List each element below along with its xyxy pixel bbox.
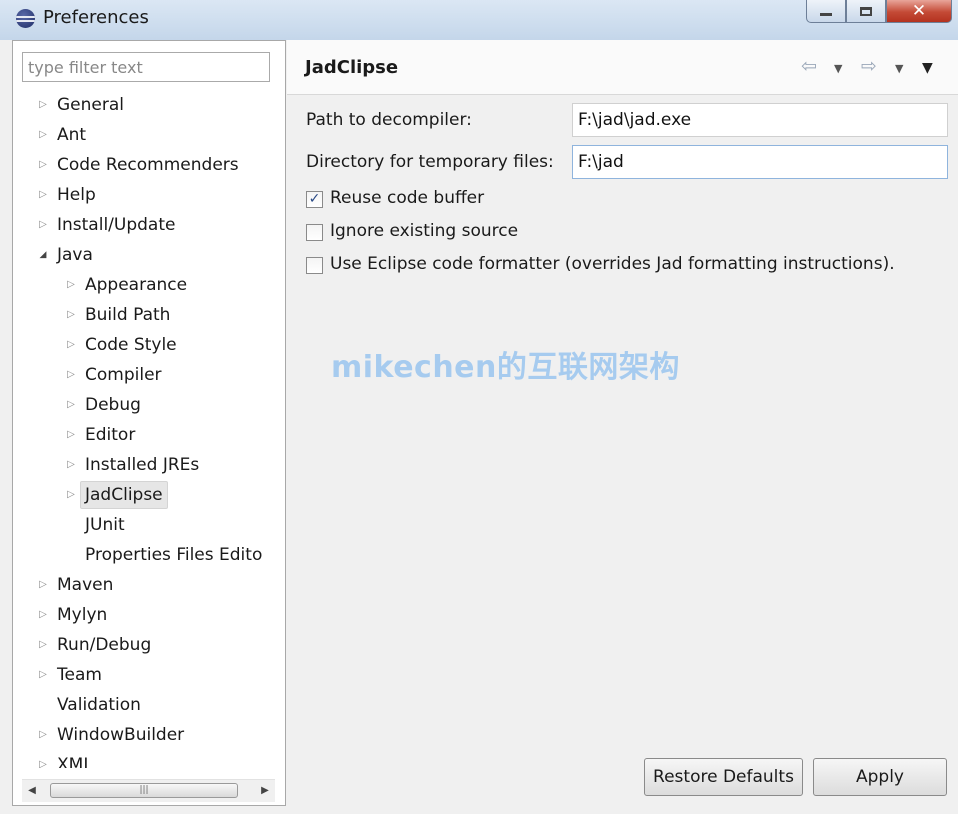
maximize-button[interactable] bbox=[846, 0, 886, 23]
ignore-existing-source-checkbox[interactable] bbox=[306, 224, 323, 241]
tree-collapsed-icon[interactable]: ▷ bbox=[37, 120, 49, 150]
tree-collapsed-icon[interactable]: ▷ bbox=[37, 720, 49, 750]
tree-item-label: Compiler bbox=[85, 365, 162, 385]
tree-collapsed-icon[interactable]: ▷ bbox=[65, 360, 77, 390]
filter-input[interactable] bbox=[22, 52, 270, 82]
tree-item-label: Editor bbox=[85, 425, 136, 445]
title-bar: Preferences ✕ bbox=[0, 0, 958, 40]
minimize-button[interactable] bbox=[806, 0, 846, 23]
tree-collapsed-icon[interactable]: ▷ bbox=[37, 600, 49, 630]
tree-collapsed-icon[interactable]: ▷ bbox=[65, 480, 77, 510]
tree-item-label: Properties Files Edito bbox=[85, 545, 263, 565]
tree-item-label: Code Recommenders bbox=[57, 155, 239, 175]
decompiler-path-input[interactable] bbox=[572, 103, 948, 137]
minimize-icon bbox=[820, 12, 832, 16]
preferences-navigation-pane: ▷ General ▷ Ant ▷ Code Recommenders ▷ Help ▷ Inst… bbox=[12, 40, 286, 806]
tree-collapsed-icon[interactable]: ▷ bbox=[37, 660, 49, 690]
back-history-dropdown-icon[interactable]: ▼ bbox=[834, 59, 842, 79]
back-arrow-icon[interactable]: ⇦ bbox=[801, 56, 817, 76]
tree-item-label: Ant bbox=[57, 125, 87, 145]
page-header: JadClipse ⇦ ▼ ⇨ ▼ ▼ bbox=[287, 40, 958, 95]
tree-collapsed-icon[interactable]: ▷ bbox=[65, 330, 77, 360]
tree-item-label: Mylyn bbox=[57, 605, 108, 625]
tree-item-label: JadClipse bbox=[80, 481, 168, 509]
tree-collapsed-icon[interactable]: ▷ bbox=[65, 450, 77, 480]
tree-item-label: XML bbox=[57, 755, 93, 768]
tree-expanded-icon[interactable]: ◢ bbox=[37, 240, 49, 270]
tree-item-label: Validation bbox=[57, 695, 141, 715]
forward-arrow-icon[interactable]: ⇨ bbox=[861, 56, 877, 76]
apply-button[interactable]: Apply bbox=[813, 758, 947, 796]
close-button[interactable]: ✕ bbox=[886, 0, 952, 23]
eclipse-formatter-checkbox[interactable] bbox=[306, 257, 323, 274]
tree-item-label: Maven bbox=[57, 575, 114, 595]
temp-directory-input[interactable] bbox=[572, 145, 948, 179]
close-icon: ✕ bbox=[911, 1, 927, 21]
tree-item-label: Run/Debug bbox=[57, 635, 152, 655]
tree-item-label: Team bbox=[57, 665, 102, 685]
scroll-left-icon[interactable]: ◀ bbox=[24, 783, 40, 799]
reuse-code-buffer-label: Reuse code buffer bbox=[330, 188, 485, 208]
ignore-existing-source-label: Ignore existing source bbox=[330, 221, 519, 241]
tree-item-label: General bbox=[57, 95, 124, 115]
tree-collapsed-icon[interactable]: ▷ bbox=[65, 300, 77, 330]
tree-item-label: Debug bbox=[85, 395, 141, 415]
temp-directory-label: Directory for temporary files: bbox=[306, 152, 554, 172]
tree-item-label: Installed JREs bbox=[85, 455, 200, 475]
restore-defaults-button[interactable]: Restore Defaults bbox=[644, 758, 803, 796]
preference-page: JadClipse ⇦ ▼ ⇨ ▼ ▼ Path to decompiler: … bbox=[287, 40, 958, 806]
eclipse-formatter-label: Use Eclipse code formatter (overrides Ja… bbox=[330, 254, 895, 274]
tree-item-label: Java bbox=[57, 245, 93, 265]
tree-collapsed-icon[interactable]: ▷ bbox=[37, 150, 49, 180]
tree-collapsed-icon[interactable]: ▷ bbox=[37, 90, 49, 120]
tree-item-label: Build Path bbox=[85, 305, 171, 325]
tree-collapsed-icon[interactable]: ▷ bbox=[37, 750, 49, 768]
tree-collapsed-icon[interactable]: ▷ bbox=[37, 630, 49, 660]
tree-item-label: Appearance bbox=[85, 275, 188, 295]
tree-item-label: Code Style bbox=[85, 335, 177, 355]
tree-item-label: JUnit bbox=[85, 515, 125, 535]
reuse-code-buffer-checkbox[interactable]: ✓ bbox=[306, 191, 323, 208]
maximize-icon bbox=[860, 6, 872, 16]
tree-collapsed-icon[interactable]: ▷ bbox=[37, 570, 49, 600]
view-menu-icon[interactable]: ▼ bbox=[922, 58, 933, 78]
tree-item-label: WindowBuilder bbox=[57, 725, 185, 745]
page-title: JadClipse bbox=[305, 57, 399, 78]
tree-collapsed-icon[interactable]: ▷ bbox=[37, 210, 49, 240]
preferences-tree: ▷ General ▷ Ant ▷ Code Recommenders ▷ Help ▷ Inst… bbox=[13, 90, 285, 768]
tree-item-label: Help bbox=[57, 185, 96, 205]
forward-history-dropdown-icon[interactable]: ▼ bbox=[895, 59, 903, 79]
tree-collapsed-icon[interactable]: ▷ bbox=[65, 420, 77, 450]
watermark-text: mikechen的互联网架构 bbox=[331, 350, 680, 385]
horizontal-scrollbar[interactable]: ◀ ||| ▶ bbox=[22, 779, 275, 802]
tree-collapsed-icon[interactable]: ▷ bbox=[65, 390, 77, 420]
window-title: Preferences bbox=[43, 7, 149, 28]
scrollbar-thumb[interactable]: ||| bbox=[50, 783, 238, 798]
scroll-right-icon[interactable]: ▶ bbox=[257, 783, 273, 799]
eclipse-icon bbox=[16, 9, 35, 28]
tree-collapsed-icon[interactable]: ▷ bbox=[37, 180, 49, 210]
decompiler-path-label: Path to decompiler: bbox=[306, 110, 472, 130]
tree-item-label: Install/Update bbox=[57, 215, 176, 235]
tree-collapsed-icon[interactable]: ▷ bbox=[65, 270, 77, 300]
